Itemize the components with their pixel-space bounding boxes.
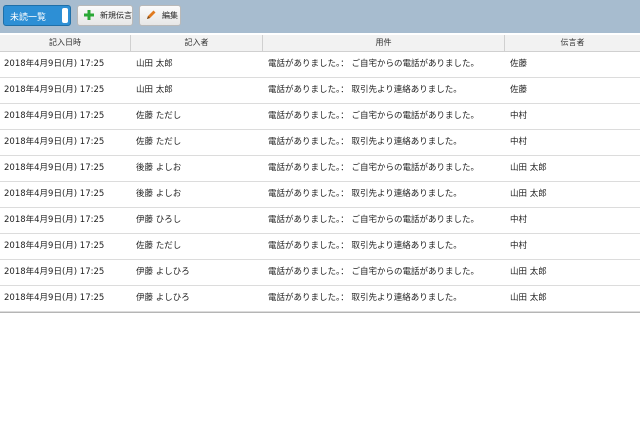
cell-writer: 後藤 よしお (136, 189, 182, 199)
new-message-label: 新規伝言 (100, 11, 132, 20)
cell-messenger: 中村 (510, 111, 528, 121)
cell-messenger: 中村 (510, 215, 528, 225)
table-row[interactable]: 2018年4月9日(月) 17:25 後藤 よしお 電話がありました。： 取引先… (0, 182, 640, 208)
table-row[interactable]: 2018年4月9日(月) 17:25 伊藤 ひろし 電話がありました。： ご自宅… (0, 208, 640, 234)
view-filter-select[interactable]: 未読一覧 (3, 5, 71, 26)
cell-writer: 山田 太郎 (136, 85, 173, 95)
cell-subject: 電話がありました。： ご自宅からの電話がありました。 (268, 111, 479, 121)
cell-subject: 電話がありました。： ご自宅からの電話がありました。 (268, 163, 479, 173)
pencil-icon (147, 10, 156, 19)
cell-writer: 佐藤 ただし (136, 111, 182, 121)
cell-subject: 電話がありました。： 取引先より連絡ありました。 (268, 293, 462, 303)
cell-subject: 電話がありました。： ご自宅からの電話がありました。 (268, 215, 479, 225)
column-header-messenger[interactable]: 伝言者 (505, 35, 640, 52)
cell-datetime: 2018年4月9日(月) 17:25 (4, 293, 105, 303)
cell-datetime: 2018年4月9日(月) 17:25 (4, 267, 105, 277)
edit-button[interactable]: 編集 (139, 5, 181, 26)
table-row[interactable]: 2018年4月9日(月) 17:25 伊藤 よしひろ 電話がありました。： ご自… (0, 260, 640, 286)
plus-icon (84, 10, 94, 20)
cell-writer: 山田 太郎 (136, 59, 173, 69)
table-row[interactable]: 2018年4月9日(月) 17:25 山田 太郎 電話がありました。： ご自宅か… (0, 52, 640, 78)
cell-datetime: 2018年4月9日(月) 17:25 (4, 215, 105, 225)
cell-subject: 電話がありました。： 取引先より連絡ありました。 (268, 85, 462, 95)
column-header-subject[interactable]: 用件 (263, 35, 505, 52)
toolbar: 未読一覧 新規伝言 編集 (0, 0, 640, 33)
cell-messenger: 佐藤 (510, 85, 528, 95)
edit-label: 編集 (162, 11, 178, 20)
table-row[interactable]: 2018年4月9日(月) 17:25 佐藤 ただし 電話がありました。： 取引先… (0, 234, 640, 260)
cell-writer: 伊藤 ひろし (136, 215, 182, 225)
table-row[interactable]: 2018年4月9日(月) 17:25 佐藤 ただし 電話がありました。： ご自宅… (0, 104, 640, 130)
cell-messenger: 佐藤 (510, 59, 528, 69)
cell-subject: 電話がありました。： 取引先より連絡ありました。 (268, 137, 462, 147)
new-message-button[interactable]: 新規伝言 (77, 5, 133, 26)
view-filter-value: 未読一覧 (10, 13, 47, 23)
column-header-datetime[interactable]: 記入日時 (0, 35, 131, 52)
cell-subject: 電話がありました。： 取引先より連絡ありました。 (268, 241, 462, 251)
cell-subject: 電話がありました。： ご自宅からの電話がありました。 (268, 59, 479, 69)
cell-writer: 伊藤 よしひろ (136, 267, 190, 277)
cell-datetime: 2018年4月9日(月) 17:25 (4, 163, 105, 173)
cell-messenger: 山田 太郎 (510, 189, 547, 199)
select-handle-icon (62, 8, 68, 23)
cell-datetime: 2018年4月9日(月) 17:25 (4, 241, 105, 251)
cell-datetime: 2018年4月9日(月) 17:25 (4, 85, 105, 95)
cell-datetime: 2018年4月9日(月) 17:25 (4, 137, 105, 147)
cell-subject: 電話がありました。： 取引先より連絡ありました。 (268, 189, 462, 199)
cell-messenger: 中村 (510, 241, 528, 251)
column-header-writer[interactable]: 記入者 (131, 35, 263, 52)
cell-writer: 佐藤 ただし (136, 241, 182, 251)
cell-datetime: 2018年4月9日(月) 17:25 (4, 111, 105, 121)
cell-datetime: 2018年4月9日(月) 17:25 (4, 59, 105, 69)
cell-messenger: 山田 太郎 (510, 267, 547, 277)
table-row[interactable]: 2018年4月9日(月) 17:25 山田 太郎 電話がありました。： 取引先よ… (0, 78, 640, 104)
cell-subject: 電話がありました。： ご自宅からの電話がありました。 (268, 267, 479, 277)
cell-messenger: 中村 (510, 137, 528, 147)
cell-writer: 佐藤 ただし (136, 137, 182, 147)
table-header: 記入日時 記入者 用件 伝言者 (0, 35, 640, 52)
cell-writer: 伊藤 よしひろ (136, 293, 190, 303)
cell-writer: 後藤 よしお (136, 163, 182, 173)
cell-messenger: 山田 太郎 (510, 293, 547, 303)
cell-messenger: 山田 太郎 (510, 163, 547, 173)
table-row[interactable]: 2018年4月9日(月) 17:25 佐藤 ただし 電話がありました。： 取引先… (0, 130, 640, 156)
table-bottom-border (0, 312, 640, 313)
table-row[interactable]: 2018年4月9日(月) 17:25 伊藤 よしひろ 電話がありました。： 取引… (0, 286, 640, 312)
cell-datetime: 2018年4月9日(月) 17:25 (4, 189, 105, 199)
table-row[interactable]: 2018年4月9日(月) 17:25 後藤 よしお 電話がありました。： ご自宅… (0, 156, 640, 182)
